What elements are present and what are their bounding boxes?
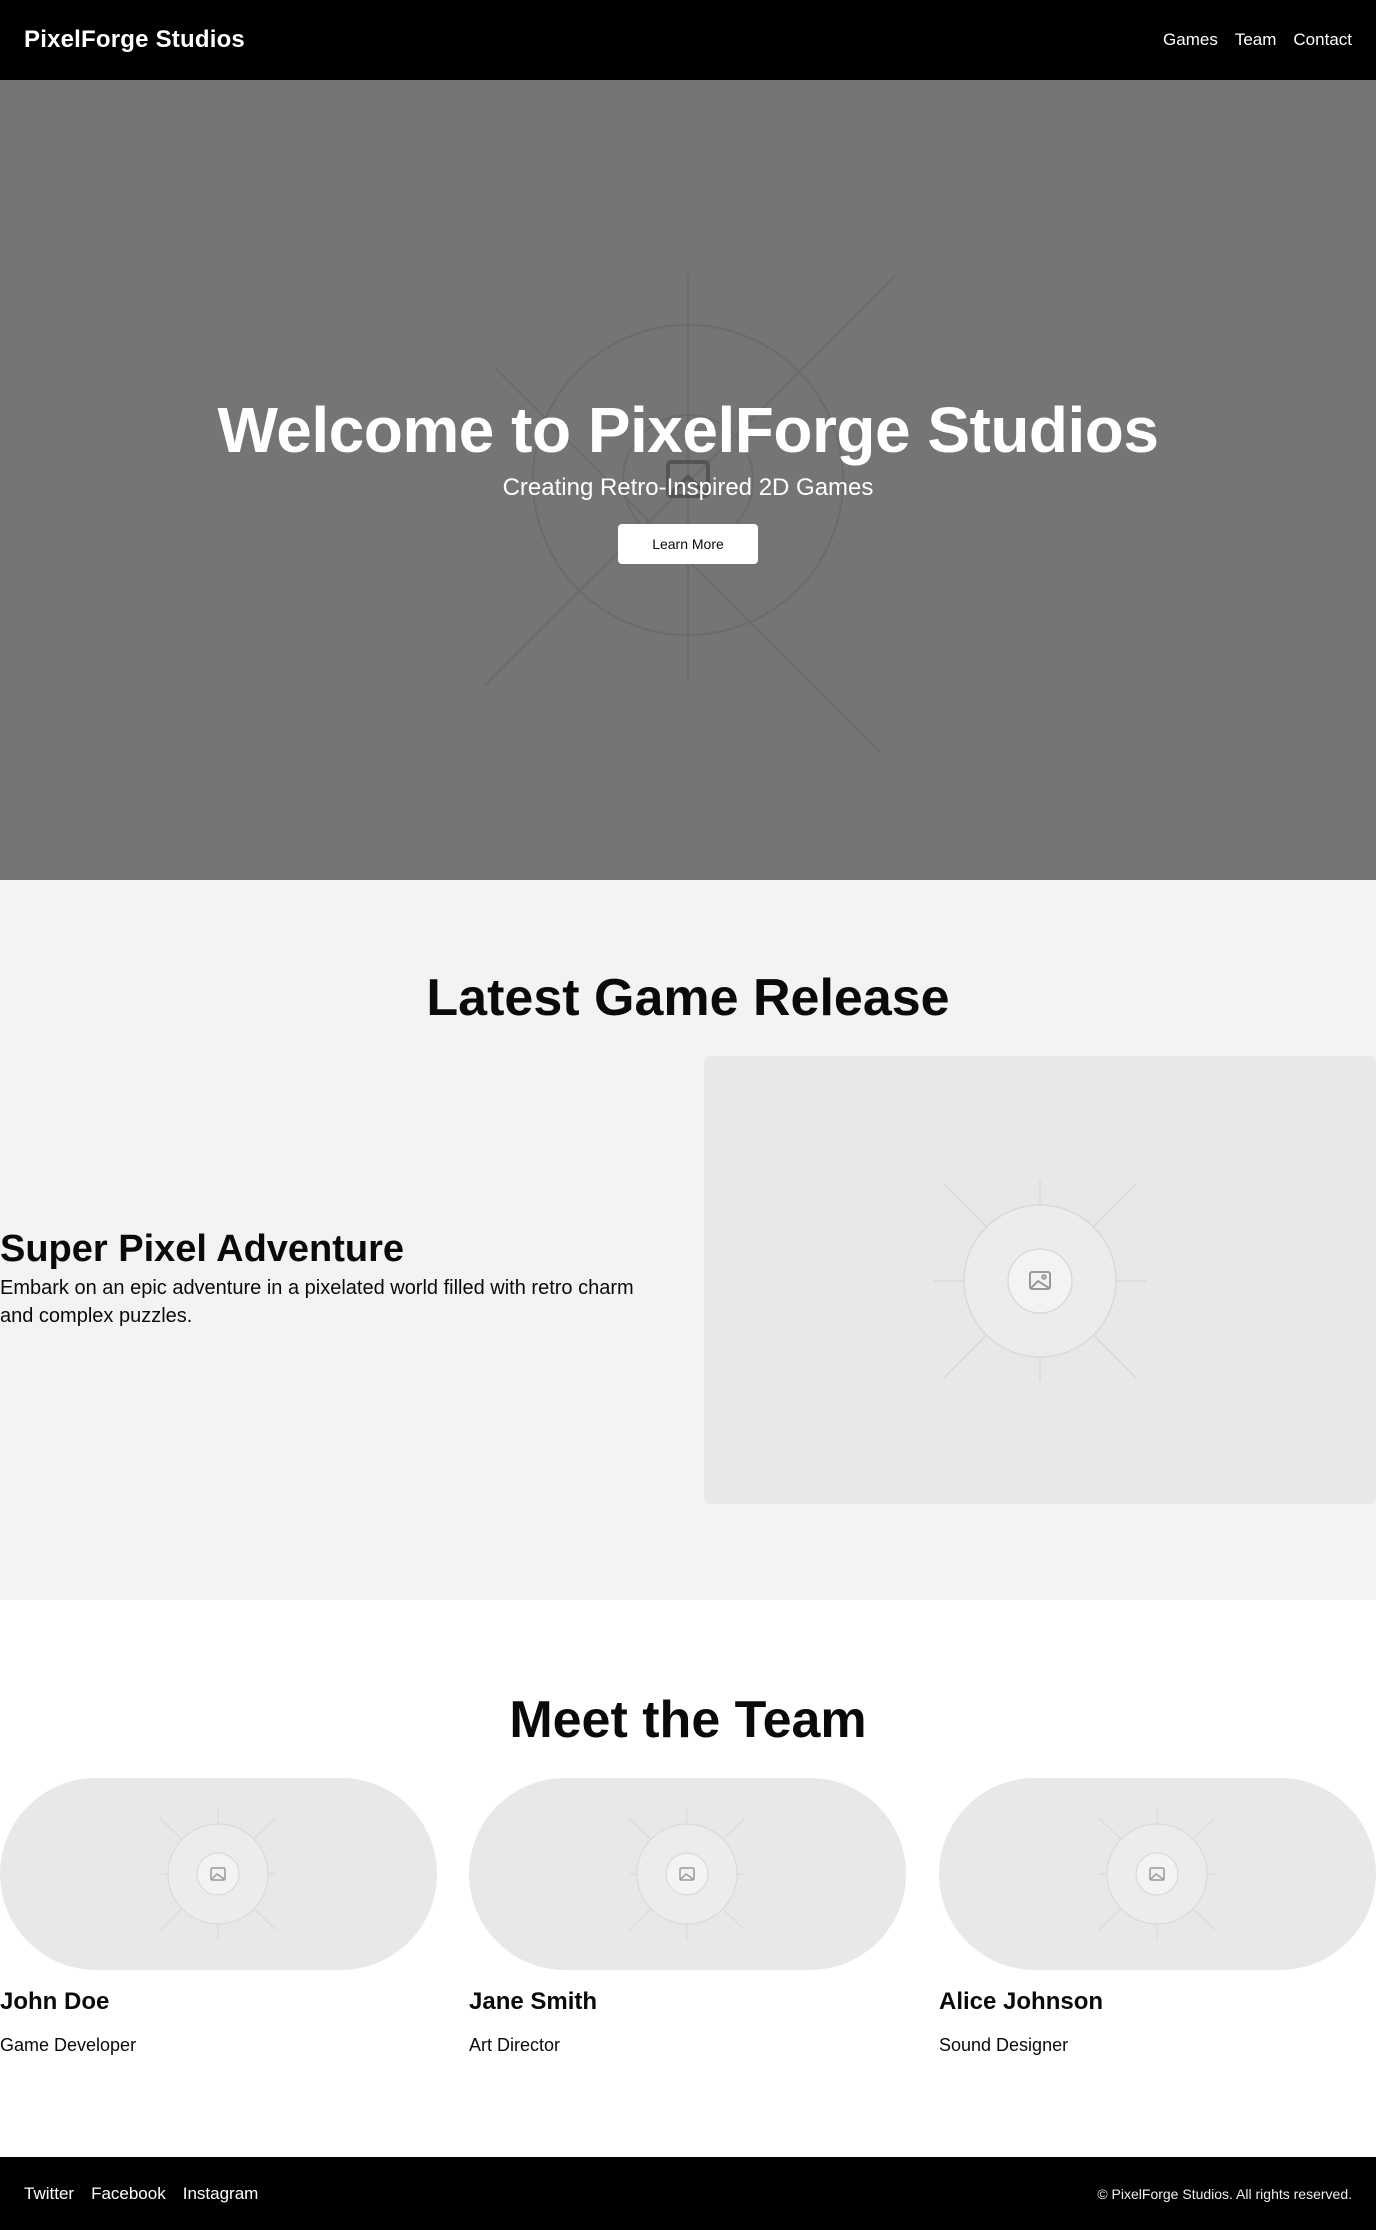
copyright-text: © PixelForge Studios. All rights reserve… — [1097, 2185, 1352, 2202]
brand-logo-text[interactable]: PixelForge Studios — [24, 26, 245, 54]
social-links: Twitter Facebook Instagram — [24, 2184, 258, 2204]
member-role: Art Director — [469, 2035, 561, 2055]
image-placeholder-icon — [934, 1181, 1146, 1381]
release-text-block: Super Pixel Adventure Embark on an epic … — [0, 1226, 640, 1330]
image-placeholder-icon — [159, 1808, 277, 1940]
member-photo — [939, 1778, 1376, 1970]
social-link-facebook[interactable]: Facebook — [91, 2184, 166, 2204]
team-member-card: John Doe Game Developer — [0, 1778, 437, 2058]
nav-link-team[interactable]: Team — [1235, 30, 1277, 50]
social-link-twitter[interactable]: Twitter — [24, 2184, 74, 2204]
member-name: John Doe — [0, 1988, 110, 2015]
team-heading: Meet the Team — [509, 1691, 867, 1749]
game-title: Super Pixel Adventure — [0, 1228, 405, 1270]
social-link-instagram[interactable]: Instagram — [183, 2184, 259, 2204]
game-image — [704, 1056, 1376, 1504]
hero-section: Welcome to PixelForge Studios Creating R… — [0, 80, 1376, 880]
member-photo — [469, 1778, 906, 1970]
hero-content: Welcome to PixelForge Studios Creating R… — [0, 390, 1376, 564]
learn-more-button[interactable]: Learn More — [618, 524, 758, 564]
member-name: Jane Smith — [469, 1988, 598, 2015]
team-member-card: Alice Johnson Sound Designer — [939, 1778, 1376, 2058]
main-nav: Games Team Contact — [1163, 30, 1352, 50]
site-header: PixelForge Studios Games Team Contact — [0, 0, 1376, 80]
team-member-card: Jane Smith Art Director — [469, 1778, 906, 2058]
member-photo — [0, 1778, 437, 1970]
nav-link-contact[interactable]: Contact — [1293, 30, 1352, 50]
nav-link-games[interactable]: Games — [1163, 30, 1218, 50]
site-footer: Twitter Facebook Instagram © PixelForge … — [0, 2157, 1376, 2230]
latest-release-heading: Latest Game Release — [426, 969, 950, 1027]
image-placeholder-icon — [628, 1808, 746, 1940]
game-description: Embark on an epic adventure in a pixelat… — [0, 1277, 634, 1327]
image-placeholder-icon — [1098, 1808, 1216, 1940]
hero-title: Welcome to PixelForge Studios — [217, 394, 1159, 466]
member-role: Game Developer — [0, 2035, 137, 2055]
hero-subtitle: Creating Retro-Inspired 2D Games — [502, 474, 874, 501]
member-name: Alice Johnson — [939, 1988, 1104, 2015]
member-role: Sound Designer — [939, 2035, 1069, 2055]
